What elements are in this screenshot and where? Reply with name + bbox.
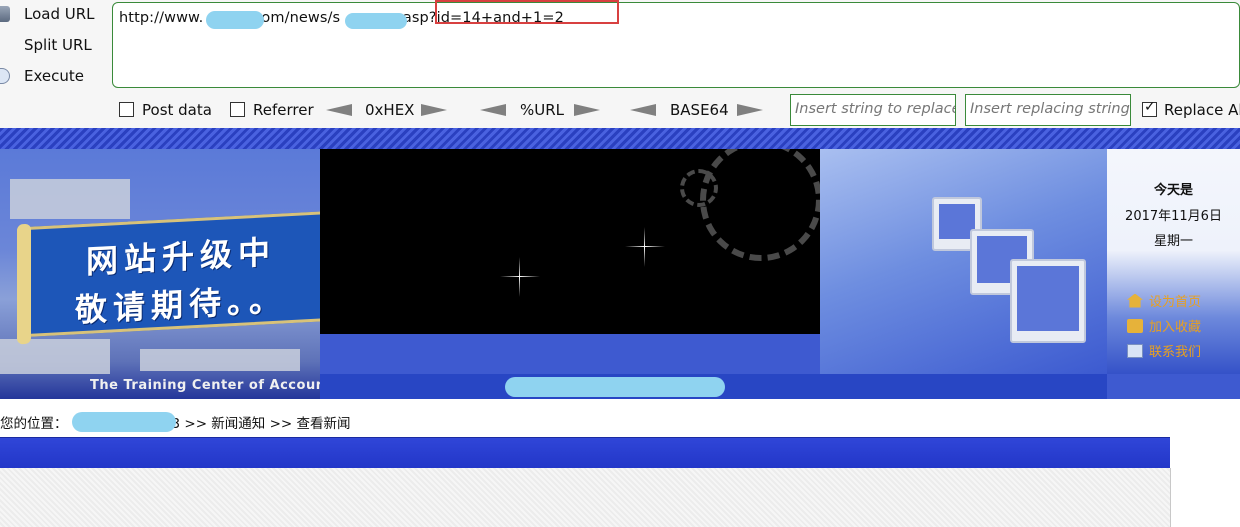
building-shape: [140, 349, 300, 371]
building-shape: [0, 339, 110, 374]
load-url-label: Load URL: [24, 5, 95, 23]
url-decode-arrow-icon[interactable]: [480, 104, 506, 116]
breadcrumb-prefix: 您的位置：: [0, 416, 68, 432]
banner-caption: The Training Center of Accounting: [90, 378, 357, 393]
contact-icon: [1127, 343, 1143, 358]
folder-icon: [1127, 318, 1143, 333]
set-home-label: 设为首页: [1149, 295, 1202, 310]
computer-lab-photo: [820, 149, 1107, 374]
hex-decode-arrow-icon[interactable]: [326, 104, 352, 116]
date-text: 2017年11月6日: [1125, 209, 1222, 224]
add-favorite-link[interactable]: 加入收藏: [1127, 316, 1201, 335]
url-redaction-blur-1: [206, 11, 264, 29]
replacing-string-input[interactable]: Insert replacing string: [965, 94, 1131, 126]
base64-encode-arrow-icon[interactable]: [737, 104, 763, 116]
hex-encode-arrow-icon[interactable]: [421, 104, 447, 116]
building-shape: [10, 179, 130, 219]
date-panel: 今天是 2017年11月6日 星期一 设为首页 加入收藏 联系我们: [1107, 149, 1240, 374]
monitor-shape: [1010, 259, 1086, 343]
contact-label: 联系我们: [1149, 345, 1202, 360]
site-top-strip: [0, 128, 1240, 149]
split-url-icon: [0, 37, 10, 53]
content-body: [0, 468, 1171, 527]
execute-label: Execute: [24, 67, 84, 85]
content-header-bar: [0, 437, 1170, 469]
gear-graphic: [680, 169, 718, 207]
contact-link[interactable]: 联系我们: [1127, 341, 1201, 360]
referrer-label: Referrer: [253, 101, 314, 119]
post-data-label: Post data: [142, 101, 212, 119]
post-data-checkbox[interactable]: [119, 102, 134, 117]
hackbar-options-row: Post data Referrer 0xHEX %URL BASE64 Ins…: [0, 94, 1240, 126]
today-label: 今天是: [1153, 183, 1193, 198]
set-home-link[interactable]: 设为首页: [1127, 291, 1201, 310]
home-icon: [1127, 293, 1143, 308]
url-redaction-blur-2: [345, 13, 407, 29]
url-textarea[interactable]: http://www. om/news/s .asp?id=14+and+1=2: [112, 0, 1240, 88]
breadcrumb-trail: 3 >> 新闻通知 >> 查看新闻: [171, 416, 351, 432]
referrer-checkbox[interactable]: [230, 102, 245, 117]
hex-label: 0xHEX: [365, 101, 415, 119]
split-url-button[interactable]: Split URL: [0, 32, 92, 58]
url-param-highlight-box: [435, 0, 619, 24]
execute-button[interactable]: Execute: [0, 63, 84, 89]
execute-icon: [0, 68, 10, 84]
replace-string-input[interactable]: Insert string to replace: [790, 94, 956, 126]
replace-all-checkbox[interactable]: [1142, 99, 1157, 117]
sparkle-icon: [625, 227, 665, 267]
base64-decode-arrow-icon[interactable]: [630, 104, 656, 116]
gear-graphic: [700, 149, 822, 261]
sparkle-icon: [500, 257, 540, 297]
url-encode-arrow-icon[interactable]: [574, 104, 600, 116]
url-part-2: om/news/s: [261, 10, 341, 26]
base64-label: BASE64: [670, 101, 729, 119]
upgrade-notice-sign: 网站升级中 敬请期待。。: [28, 211, 328, 337]
hackbar-toolbar: Load URL Split URL Execute http://www. om…: [0, 0, 1240, 128]
replace-all-label: Replace All: [1164, 101, 1240, 119]
weekday-text: 星期一: [1153, 234, 1193, 249]
load-url-icon: [0, 6, 10, 22]
breadcrumb-redaction-blur: [72, 412, 176, 432]
banner-redaction-blur: [505, 377, 725, 397]
load-url-button[interactable]: Load URL: [0, 1, 95, 27]
add-favorite-label: 加入收藏: [1149, 320, 1202, 335]
split-url-label: Split URL: [24, 36, 92, 54]
flash-animation-area: [320, 149, 822, 334]
url-part-1: http://www.: [119, 10, 204, 26]
site-banner: 网站升级中 敬请期待。。 The Training Center of Acco…: [0, 149, 1240, 399]
url-encode-label: %URL: [520, 101, 565, 119]
